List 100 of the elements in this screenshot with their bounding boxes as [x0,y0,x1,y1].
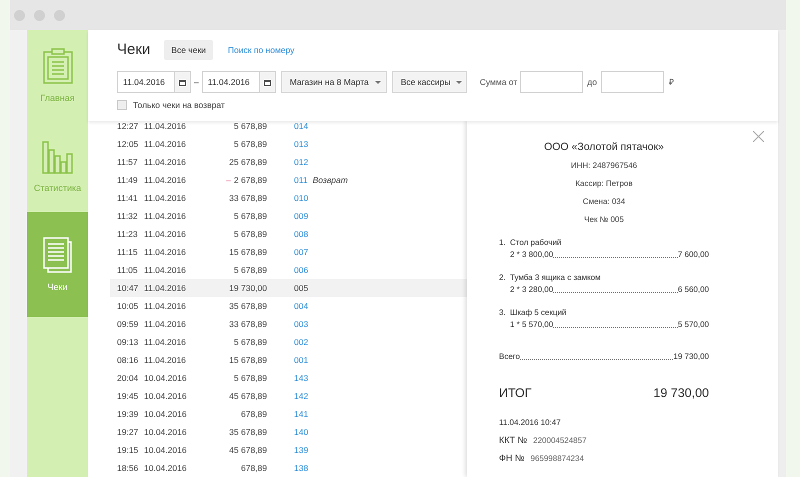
sum-to-label: до [587,76,597,88]
date-field[interactable]: 11.04.2016 [117,71,191,93]
time-cell-text: 10:47 [117,282,140,294]
sum-from-label: Сумма от [480,76,518,88]
receipt-number-link[interactable]: 138 [294,462,308,474]
date-cell-text: 10.04.2016 [143,426,188,438]
table-row[interactable]: 11:49 11.04.2016 – 2 678,89 011 Возврат [110,171,467,189]
time-cell-text: 11:41 [117,192,139,204]
receipt-number-link[interactable]: 143 [294,372,308,384]
table-row[interactable]: 11:05 11.04.2016 5 678,89 006 [110,261,467,279]
table-row[interactable]: 11:32 11.04.2016 5 678,89 009 [110,207,467,225]
date-cell-text: 11.04.2016 [143,246,187,258]
table-row[interactable]: 18:56 10.04.2016 678,89 138 [110,459,467,477]
receipt-number-link[interactable]: 009 [294,210,308,222]
table-row[interactable]: 10:47 11.04.2016 19 730,00 005 [110,279,467,297]
time-cell-text: 12:05 [117,138,140,150]
currency-label: ₽ [668,76,674,88]
time-cell-text: 09:13 [117,336,140,348]
receipt-number-link[interactable]: 014 [294,121,308,132]
date-cell-text: 11.04.2016 [143,138,187,150]
bar-chart-icon [42,140,74,174]
receipt-number-link[interactable]: 139 [294,444,308,456]
table-row[interactable]: 19:45 10.04.2016 45 678,89 142 [110,387,467,405]
checkbox[interactable] [117,100,127,110]
dropdown[interactable]: Все кассиры [392,71,467,93]
time-cell-text: 19:45 [117,390,140,402]
table-row[interactable]: 12:27 11.04.2016 5 678,89 014 [110,121,467,135]
time-cell-text: 08:16 [117,354,140,366]
filter-tab[interactable]: Все чеки [164,40,213,60]
table-row[interactable]: 09:13 11.04.2016 5 678,89 002 [110,333,467,351]
calendar-icon [179,78,186,86]
time-cell-text: 10:05 [117,300,140,312]
table-row[interactable]: 11:41 11.04.2016 33 678,89 010 [110,189,467,207]
table-row[interactable]: 08:16 11.04.2016 15 678,89 001 [110,351,467,369]
date-cell-text: 11.04.2016 [143,264,187,276]
receipt-number-link[interactable]: 140 [294,426,308,438]
table-row[interactable]: 12:05 11.04.2016 5 678,89 013 [110,135,467,153]
date-field[interactable]: 11.04.2016 [202,71,276,93]
date-cell-text: 11.04.2016 [143,174,187,186]
item-line: 2 * 3 800,00 7 600,00 [509,250,709,260]
sidebar-label: Главная [40,94,75,103]
amount-cell: 678,89 [241,408,267,420]
amount-cell: 5 678,89 [234,372,267,384]
table-row[interactable]: 09:59 11.04.2016 33 678,89 003 [110,315,467,333]
sidebar-label: Чеки [48,283,68,292]
table-row[interactable]: 11:23 11.04.2016 5 678,89 008 [110,225,467,243]
caret-icon [374,80,381,84]
receipt-number-link[interactable]: 006 [294,264,308,276]
receipt-number-link: 005 [294,282,308,294]
amount-cell: 33 678,89 [229,318,267,330]
receipt-number-link[interactable]: 007 [294,246,308,258]
receipt-number-link[interactable]: 008 [294,228,308,240]
time-cell-text: 11:23 [117,228,139,240]
table-row[interactable]: 10:05 11.04.2016 35 678,89 004 [110,297,467,315]
sidebar-label: Статистика [34,184,82,193]
total-label: ИТОГ [499,386,532,400]
table-row[interactable]: 19:39 10.04.2016 678,89 141 [110,405,467,423]
item-index: 3. [499,308,507,318]
filter-tab[interactable]: Поиск по номеру [220,40,302,60]
date-cell-text: 11.04.2016 [143,192,187,204]
time-cell-text: 20:04 [117,372,140,384]
amount-cell: 5 678,89 [234,228,267,240]
total-amount: 19 730,00 [653,386,709,400]
table-row[interactable]: 11:15 11.04.2016 15 678,89 007 [110,243,467,261]
amount-cell: 5 678,89 [234,264,267,276]
date-cell-text: 11.04.2016 [143,336,187,348]
amount-cell: 19 730,00 [229,282,267,294]
table-row[interactable]: 11:57 11.04.2016 25 678,89 012 [110,153,467,171]
date-cell-text: 10.04.2016 [143,444,188,456]
time-cell-text: 11:15 [117,246,139,258]
dropdown[interactable]: Магазин на 8 Марта [280,71,387,93]
field-label: ФН № [499,453,524,463]
receipt-info: Смена: 034 [582,197,626,207]
time-cell-text: 19:15 [117,444,140,456]
receipt-number-link[interactable]: 003 [294,318,308,330]
receipt-number-link[interactable]: 141 [294,408,308,420]
sum-from-field[interactable] [520,71,584,93]
time-cell-text: 12:27 [117,121,140,132]
amount-cell: 45 678,89 [229,444,267,456]
item-line: 2 * 3 280,00 6 560,00 [509,285,709,295]
item-index: 2. [499,273,507,283]
table-row[interactable]: 20:04 10.04.2016 5 678,89 143 [110,369,467,387]
table-row[interactable]: 19:27 10.04.2016 35 678,89 140 [110,423,467,441]
date-cell-text: 11.04.2016 [143,156,187,168]
item-index: 1. [499,238,507,248]
date-cell-text: 10.04.2016 [143,390,188,402]
date-cell-text: 11.04.2016 [143,121,187,132]
amount-cell: 35 678,89 [229,426,267,438]
receipt-number-link[interactable]: 142 [294,390,308,402]
checkbox-label: Только чеки на возврат [133,99,225,112]
item-name: Стол рабочий [510,238,562,248]
date-cell-text: 11.04.2016 [143,228,187,240]
amount-cell: 5 678,89 [234,138,267,150]
sum-to-field[interactable] [600,71,664,93]
close-icon[interactable] [753,131,764,142]
date-cell-text: 11.04.2016 [143,300,187,312]
amount-cell: 45 678,89 [229,390,267,402]
table-row[interactable]: 19:15 10.04.2016 45 678,89 139 [110,441,467,459]
date-separator: – [194,76,199,88]
receipt-info: Чек № 005 [583,215,625,225]
